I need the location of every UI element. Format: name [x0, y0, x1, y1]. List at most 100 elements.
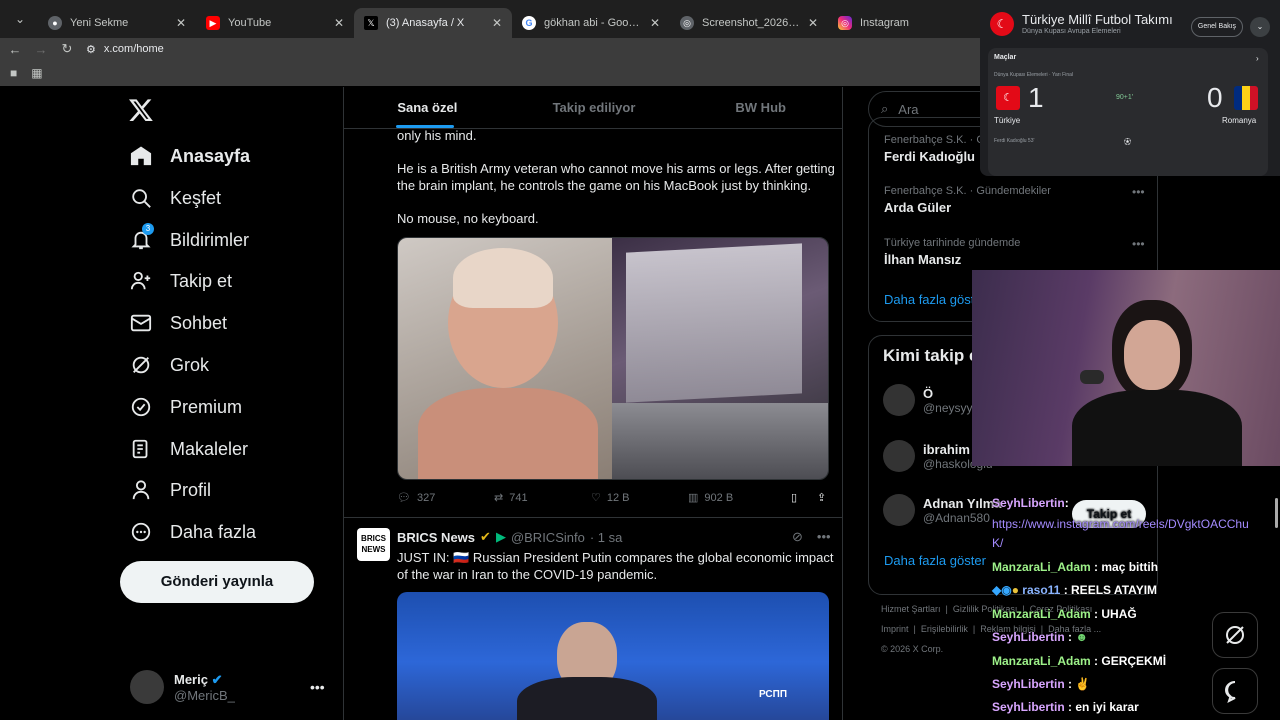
close-icon[interactable]: ✕: [176, 16, 186, 30]
browser-tab[interactable]: ▶ YouTube ✕: [196, 8, 354, 38]
reload-icon[interactable]: ↻: [56, 41, 78, 57]
footer-link[interactable]: Hizmet Şartları: [881, 604, 941, 614]
widget-title: Türkiye Millî Futbol Takımı: [1022, 12, 1173, 27]
left-sidebar: Anasayfa Keşfet 3 Bildirimler Takip et S…: [0, 87, 343, 720]
close-icon[interactable]: ✕: [650, 16, 660, 30]
tweet-text: He is a British Army veteran who cannot …: [397, 161, 835, 176]
browser-tab[interactable]: G gökhan abi - Google'da Ara ✕: [512, 8, 670, 38]
account-switcher[interactable]: Meriç ✔ @MericB_: [130, 670, 235, 704]
tab-following[interactable]: Takip ediliyor: [511, 87, 678, 128]
sidebar-item-messages[interactable]: Sohbet: [128, 310, 227, 336]
sidebar-item-home[interactable]: Anasayfa: [128, 143, 250, 169]
turkey-flag-icon: ☾: [990, 12, 1014, 36]
bell-icon: 3: [128, 223, 154, 253]
timeline: Sana özel Takip ediliyor BW Hub only his…: [343, 87, 843, 720]
show-more-link[interactable]: Daha fazla göster: [884, 553, 986, 568]
close-icon[interactable]: ✕: [808, 16, 818, 30]
chat-link[interactable]: K/: [992, 536, 1003, 550]
author-name[interactable]: BRICS News: [397, 530, 475, 545]
share-icon[interactable]: ⇪: [817, 491, 826, 504]
reply-icon: 💬︎: [397, 492, 411, 504]
avatar: [883, 494, 915, 526]
away-team: Romanya: [1222, 116, 1257, 125]
sidebar-item-premium[interactable]: Premium: [128, 394, 242, 420]
site-settings-icon[interactable]: ⚙: [86, 43, 96, 56]
reply-button[interactable]: 💬︎ 327: [397, 491, 494, 505]
apps-grid-icon[interactable]: ▦: [31, 66, 42, 80]
youtube-icon: ▶: [206, 16, 220, 30]
x-logo-icon[interactable]: [128, 97, 156, 125]
follow-suggestion[interactable]: Adnan Yılma @Adnan580: [883, 494, 1002, 526]
back-arrow-icon[interactable]: ←: [4, 42, 26, 57]
chat-message: ◆◉● raso11 : REELS ATAYIM: [992, 583, 1158, 597]
romania-flag-icon: [1234, 86, 1258, 110]
repost-button[interactable]: ⇄ 741: [494, 491, 591, 505]
more-dots-icon[interactable]: •••: [310, 679, 325, 695]
sidebar-item-articles[interactable]: Makaleler: [128, 436, 248, 462]
overview-button[interactable]: Genel Bakış: [1191, 17, 1243, 37]
more-dots-icon[interactable]: •••: [1132, 185, 1145, 199]
footer-link[interactable]: Imprint: [881, 624, 909, 634]
tab-title: Instagram: [860, 17, 909, 29]
ball-icon: ⚽︎: [1124, 139, 1131, 146]
browser-tab[interactable]: ◎ Screenshot_2026-03-26-11-20- ✕: [670, 8, 828, 38]
browser-tab[interactable]: ◎ Instagram: [828, 8, 958, 38]
bookmark-icon[interactable]: ▯: [791, 491, 817, 504]
account-name: Meriç ✔: [174, 671, 223, 687]
messages-floating-button[interactable]: [1212, 668, 1258, 714]
sidebar-item-label: Sohbet: [170, 312, 228, 333]
grok-floating-button[interactable]: [1212, 612, 1258, 658]
grok-icon[interactable]: ⊘: [792, 529, 803, 545]
search-icon: [128, 185, 154, 211]
views-button[interactable]: ▥ 902 B: [688, 491, 791, 505]
tweet-media[interactable]: [397, 237, 829, 480]
like-button[interactable]: ♡ 12 B: [591, 491, 688, 505]
browser-tab[interactable]: ● Yeni Sekme ✕: [38, 8, 196, 38]
author-handle[interactable]: @BRICSinfo: [511, 530, 585, 545]
emote-icon: ✌: [1075, 677, 1091, 691]
post-button[interactable]: Gönderi yayınla: [120, 561, 314, 603]
trend-item[interactable]: Fenerbahçe S.K. · Gündemdekiler Arda Gül…: [884, 185, 1149, 215]
heart-icon: ♡: [591, 492, 601, 504]
scrollbar[interactable]: [1275, 498, 1278, 528]
away-score: 0: [1207, 82, 1223, 113]
address-bar[interactable]: ⚙ x.com/home: [86, 43, 164, 56]
sidebar-item-profile[interactable]: Profil: [128, 477, 211, 503]
match-card[interactable]: Maçlar › Dünya Kupası Elemeleri · Yarı F…: [988, 48, 1268, 176]
more-dots-icon[interactable]: •••: [817, 529, 831, 545]
close-icon[interactable]: ✕: [492, 16, 502, 30]
sidebar-item-notifications[interactable]: 3 Bildirimler: [128, 223, 249, 253]
tab-bw-hub[interactable]: BW Hub: [677, 87, 842, 128]
sidebar-item-label: Makaleler: [170, 438, 249, 459]
avatar[interactable]: BRICS NEWS: [357, 528, 390, 561]
tweet-media[interactable]: РСПП: [397, 592, 829, 720]
sidebar-item-more[interactable]: Daha fazla: [128, 519, 256, 545]
account-handle: @MericB_: [174, 687, 235, 703]
instagram-icon: ◎: [838, 16, 852, 30]
browser-tab-active[interactable]: 𝕏 (3) Anasayfa / X ✕: [354, 8, 512, 38]
close-icon[interactable]: ✕: [334, 16, 344, 30]
chat-link[interactable]: https://www.instagram.com/reels/DVgktOAC…: [992, 517, 1249, 531]
sidebar-item-explore[interactable]: Keşfet: [128, 185, 221, 211]
tweet-time[interactable]: · 1 sa: [590, 530, 623, 545]
match-stage: Dünya Kupası Elemeleri · Yarı Final: [994, 72, 1074, 78]
more-dots-icon[interactable]: •••: [1132, 237, 1145, 251]
emote-icon: ☻: [1075, 630, 1089, 644]
follow-suggestion[interactable]: Ö @neysyy: [883, 384, 973, 416]
sidebar-item-label: Keşfet: [170, 187, 222, 208]
chat-badge-icon: ●: [1011, 583, 1019, 597]
sidebar-item-follow[interactable]: Takip et: [128, 268, 232, 294]
tab-search-chevron-icon[interactable]: ⌄: [6, 5, 34, 33]
tab-title: Yeni Sekme: [70, 17, 129, 29]
forward-arrow-icon[interactable]: →: [30, 42, 52, 57]
show-more-link[interactable]: Daha fazla göster: [884, 292, 986, 307]
tab-for-you[interactable]: Sana özel: [344, 87, 511, 128]
trend-item[interactable]: Fenerbahçe S.K. · Gü Ferdi Kadıoğlu: [884, 134, 991, 164]
chevron-down-icon[interactable]: ⌄: [1250, 17, 1270, 37]
sidebar-toggle-icon[interactable]: ■: [10, 66, 17, 80]
chevron-right-icon[interactable]: ›: [1256, 54, 1259, 63]
sidebar-item-grok[interactable]: Grok: [128, 352, 209, 378]
trend-item[interactable]: Türkiye tarihinde gündemde İlhan Mansız …: [884, 237, 1149, 267]
tweet-top-actions: ⊘ •••: [792, 529, 831, 545]
footer-link[interactable]: Erişilebilirlik: [921, 624, 968, 634]
